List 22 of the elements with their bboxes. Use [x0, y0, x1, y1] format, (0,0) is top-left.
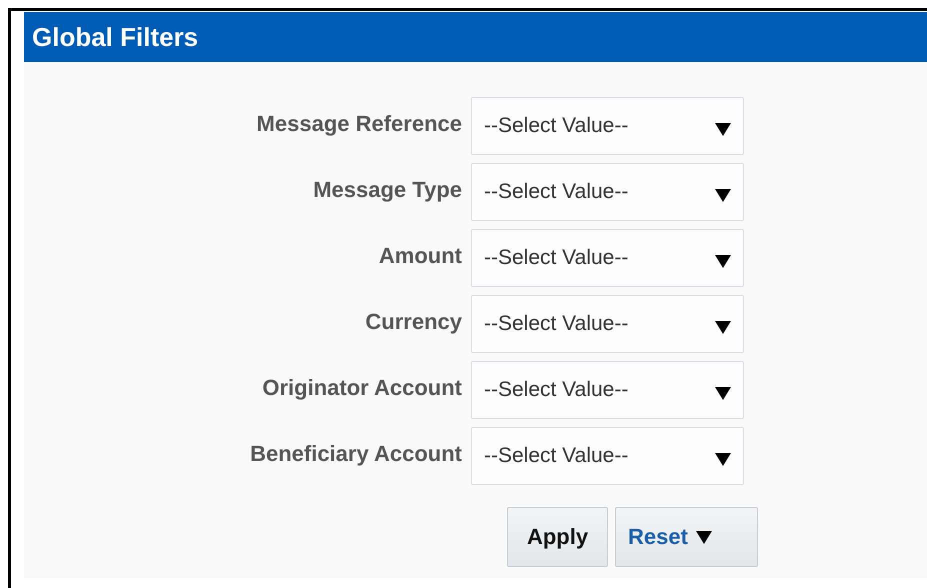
caret-icon	[715, 386, 731, 400]
filter-label: Currency	[365, 309, 462, 335]
filter-label: Originator Account	[262, 375, 462, 401]
select-field[interactable]: --Select Value--	[471, 229, 744, 287]
select-field[interactable]: --Select Value--	[471, 97, 744, 155]
caret-icon	[715, 188, 731, 202]
reset-menu-button[interactable]: Reset	[615, 507, 758, 567]
caret-icon	[715, 254, 731, 268]
select-field[interactable]: --Select Value--	[471, 295, 744, 353]
caret-icon	[715, 452, 731, 466]
filter-label: Beneficiary Account	[250, 441, 462, 467]
caret-icon	[715, 320, 731, 334]
panel-title: Global Filters	[32, 22, 198, 52]
filter-label: Message Reference	[256, 111, 462, 137]
select-field[interactable]: --Select Value--	[471, 361, 744, 419]
select-field[interactable]: --Select Value--	[471, 163, 744, 221]
caret-icon	[715, 122, 731, 136]
apply-button[interactable]: Apply	[507, 507, 608, 567]
select-field[interactable]: --Select Value--	[471, 427, 744, 485]
filter-label: Amount	[378, 243, 462, 269]
caret-icon	[696, 530, 712, 544]
filter-label: Message Type	[313, 177, 462, 203]
